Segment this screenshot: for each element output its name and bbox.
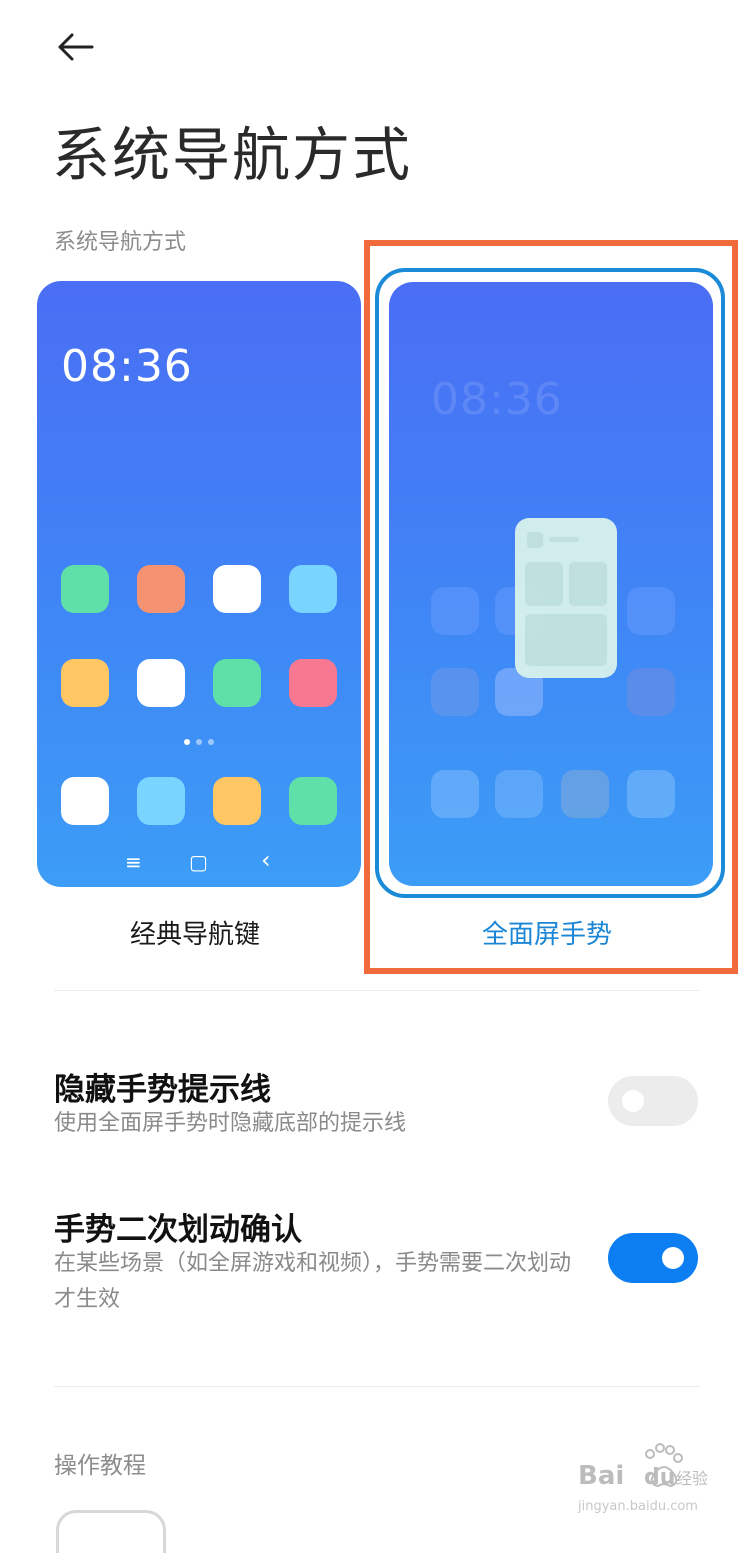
svg-text:du: du bbox=[644, 1465, 675, 1490]
app-icon bbox=[289, 777, 337, 825]
page-dot bbox=[184, 739, 190, 745]
gesture-double-swipe-toggle[interactable] bbox=[608, 1233, 698, 1283]
hide-gesture-line-desc: 使用全面屏手势时隐藏底部的提示线 bbox=[54, 1111, 407, 1136]
divider bbox=[54, 990, 700, 991]
watermark-logo: Bai du 经验 jingyan.baidu.com bbox=[577, 1443, 708, 1514]
home-square-icon: ▢ bbox=[189, 850, 208, 874]
app-icon bbox=[213, 777, 261, 825]
app-icon bbox=[289, 659, 337, 707]
classic-nav-label[interactable]: 经典导航键 bbox=[130, 914, 260, 951]
app-icon bbox=[137, 777, 185, 825]
app-icon bbox=[289, 565, 337, 613]
classic-nav-preview[interactable]: 08:36 ≡ ▢ ‹ bbox=[37, 281, 361, 887]
app-icon bbox=[61, 565, 109, 613]
annotation-highlight-box bbox=[364, 240, 738, 974]
app-icon bbox=[137, 659, 185, 707]
menu-icon: ≡ bbox=[125, 850, 142, 874]
tutorial-label: 操作教程 bbox=[54, 1453, 146, 1479]
page-dot bbox=[196, 739, 202, 745]
section-label: 系统导航方式 bbox=[54, 230, 187, 255]
app-icon bbox=[213, 659, 261, 707]
svg-text:Bai: Bai bbox=[578, 1461, 624, 1491]
gesture-double-swipe-desc: 在某些场景（如全屏游戏和视频），手势需要二次划动才生效 bbox=[54, 1251, 572, 1312]
svg-text:jingyan.baidu.com: jingyan.baidu.com bbox=[577, 1499, 698, 1514]
back-arrow-icon bbox=[58, 33, 94, 61]
tutorial-thumbnail[interactable] bbox=[56, 1510, 166, 1553]
toggle-knob bbox=[622, 1090, 644, 1112]
preview-clock: 08:36 bbox=[61, 341, 193, 392]
divider bbox=[54, 1386, 700, 1387]
svg-text:经验: 经验 bbox=[676, 1469, 708, 1488]
app-icon bbox=[213, 565, 261, 613]
app-icon bbox=[137, 565, 185, 613]
page-title: 系统导航方式 bbox=[52, 121, 413, 189]
back-button[interactable] bbox=[44, 22, 104, 72]
baidu-watermark: Bai du 经验 jingyan.baidu.com bbox=[574, 1440, 714, 1524]
back-chevron-icon: ‹ bbox=[261, 846, 271, 874]
hide-gesture-line-toggle[interactable] bbox=[608, 1076, 698, 1126]
hide-gesture-line-title: 隐藏手势提示线 bbox=[54, 1072, 271, 1108]
app-icon bbox=[61, 659, 109, 707]
app-icon bbox=[61, 777, 109, 825]
page-dot bbox=[208, 739, 214, 745]
gesture-double-swipe-title: 手势二次划动确认 bbox=[54, 1212, 302, 1248]
toggle-knob bbox=[662, 1247, 684, 1269]
